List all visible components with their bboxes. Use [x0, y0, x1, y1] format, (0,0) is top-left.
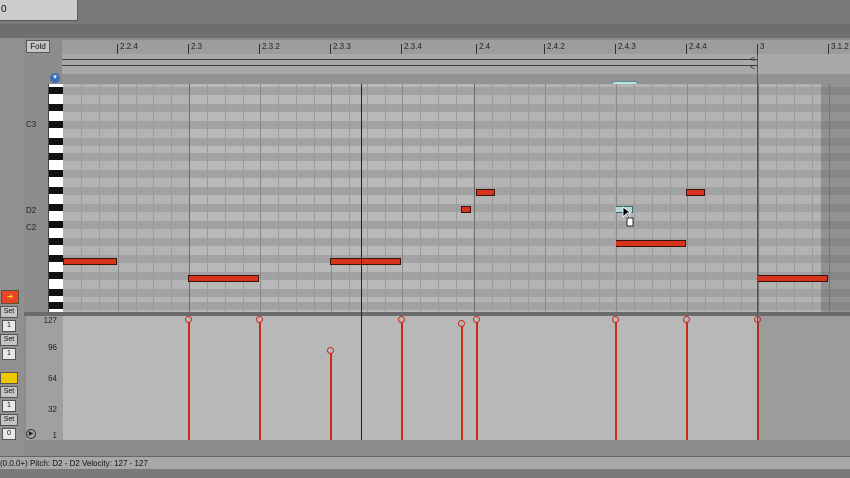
scroll-icon[interactable]: ▾ [50, 73, 60, 83]
velocity-stem[interactable] [686, 318, 688, 440]
ruler-label: 2.4.4 [689, 42, 707, 51]
ruler-label: 3 [760, 42, 765, 51]
ruler-label: 2.4.2 [547, 42, 565, 51]
velocity-handle[interactable] [185, 316, 192, 323]
velocity-label: 64 [48, 374, 57, 383]
value-box-2[interactable]: 1 [2, 348, 16, 360]
note-grid[interactable] [63, 84, 850, 312]
ruler-label: 2.3.4 [404, 42, 422, 51]
velocity-stem[interactable] [401, 318, 403, 440]
value-box-1[interactable]: 1 [2, 320, 16, 332]
velocity-handle[interactable] [398, 316, 405, 323]
velocity-label: 1 [52, 431, 57, 440]
set-button-2[interactable]: Set [0, 334, 18, 346]
velocity-handle[interactable] [327, 347, 334, 354]
midi-note[interactable] [476, 189, 495, 196]
velocity-handle[interactable] [473, 316, 480, 323]
divider [0, 24, 850, 38]
outside-loop-region [758, 316, 850, 440]
piano-keyboard[interactable] [48, 84, 64, 312]
velocity-label: 32 [48, 405, 57, 414]
value-box-3[interactable]: 1 [2, 400, 16, 412]
ruler-label: 2.4.3 [618, 42, 636, 51]
velocity-stem[interactable] [188, 318, 190, 440]
ruler-label: 3.1.2 [831, 42, 849, 51]
insert-marker [615, 84, 616, 312]
top-bar [0, 0, 850, 24]
velocity-handle[interactable] [256, 316, 263, 323]
marker-bar [62, 74, 850, 84]
mouse-pointer-icon [622, 206, 634, 227]
ruler-label: 2.3.2 [262, 42, 280, 51]
velocity-stem[interactable] [476, 318, 478, 440]
velocity-label: 127 [43, 316, 57, 325]
velocity-handle[interactable] [683, 316, 690, 323]
velocity-lane[interactable] [63, 316, 850, 440]
set-button-4[interactable]: Set [0, 414, 18, 426]
loop-end-icon: < [750, 62, 756, 72]
midi-note[interactable] [330, 258, 401, 265]
fold-button[interactable]: Fold [26, 40, 50, 53]
velocity-handle[interactable] [612, 316, 619, 323]
ruler-label: 2.3.3 [333, 42, 351, 51]
play-icon[interactable]: ▶ [26, 429, 36, 439]
playhead [361, 84, 362, 440]
key-label-c3: C3 [26, 120, 37, 129]
velocity-stem[interactable] [259, 318, 261, 440]
ruler-label: 2.4 [479, 42, 491, 51]
set-button-3[interactable]: Set [0, 386, 18, 398]
key-label-d2: D2 [26, 206, 37, 215]
velocity-stem[interactable] [461, 324, 463, 440]
midi-note[interactable] [686, 189, 705, 196]
set-button-1[interactable]: Set [0, 306, 18, 318]
midi-note[interactable] [757, 275, 828, 282]
midi-note[interactable] [615, 240, 686, 247]
loop-bar[interactable]: < < [62, 54, 850, 74]
color-swatch[interactable] [0, 372, 18, 384]
key-label-c2: C2 [26, 223, 37, 232]
ruler-label: 2.3 [191, 42, 203, 51]
ruler-label: 2.2.4 [120, 42, 138, 51]
velocity-scale: 127 96 64 32 1 ▶ [26, 316, 63, 440]
loop-end-line [757, 54, 758, 440]
midi-note[interactable] [461, 206, 471, 213]
time-ruler[interactable]: 2.2.4 2.3 2.3.2 2.3.3 2.3.4 2.4 2.4.2 2.… [62, 40, 850, 55]
midi-note[interactable] [63, 258, 117, 265]
launch-button[interactable]: ➜ [1, 290, 19, 304]
velocity-label: 96 [48, 343, 57, 352]
velocity-handle[interactable] [458, 320, 465, 327]
midi-note[interactable] [188, 275, 259, 282]
velocity-stem[interactable] [615, 318, 617, 440]
position-field[interactable]: 0 [0, 0, 78, 21]
arrow-right-icon: ➜ [6, 292, 14, 301]
velocity-stem[interactable] [330, 350, 332, 440]
status-bar: (0.0.0+) Pitch: D2 - D2 Velocity: 127 - … [0, 456, 850, 470]
value-box-4[interactable]: 0 [2, 428, 16, 440]
bottom-strip [0, 469, 850, 478]
